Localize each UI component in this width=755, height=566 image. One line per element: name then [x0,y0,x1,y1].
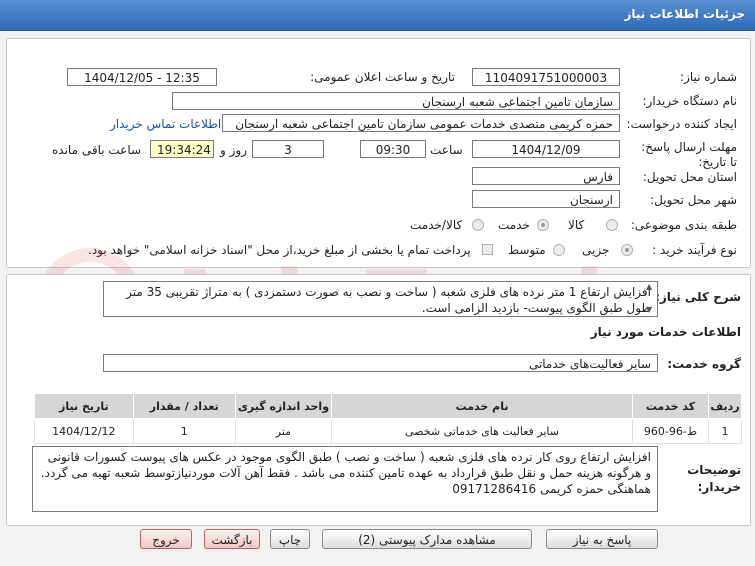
service-group-field[interactable]: سایر فعالیت‌های خدماتی [103,354,658,372]
cell-need-date: 1404/12/12 [34,418,134,444]
description-textarea[interactable]: افزایش ارتفاع 1 متر نرده های فلزی شعبه (… [103,281,658,317]
category-radio-goods[interactable] [606,219,618,231]
category-radio-service[interactable] [537,219,549,231]
announce-datetime-label: تاریخ و ساعت اعلان عمومی: [310,70,455,84]
category-option-service: خدمت [498,218,530,232]
category-option-goods-service: کالا/خدمت [410,218,463,232]
buyer-contact-link[interactable]: اطلاعات تماس خریدار [110,117,221,131]
col-service-name: نام خدمت [331,393,633,419]
city-field[interactable]: ارسنجان [472,190,620,208]
remaining-time-label: ساعت باقی مانده [52,143,142,157]
treasury-payment-checkbox[interactable] [482,244,493,255]
days-remaining-field[interactable]: 3 [252,140,324,158]
description-scroll-up-icon[interactable]: ▲ [646,282,652,291]
col-quantity: تعداد / مقدار [132,393,236,419]
description-label: شرح کلی نیاز: [655,290,741,304]
province-label: استان محل تحویل: [642,170,737,184]
services-section-title: اطلاعات خدمات مورد نیاز [590,325,741,339]
category-option-goods: کالا [568,218,585,232]
deadline-time-field[interactable]: 09:30 [360,140,426,158]
deadline-time-label: ساعت [430,143,463,157]
city-label: شهر محل تحویل: [650,193,737,207]
print-button[interactable]: چاپ [270,529,310,549]
col-unit: واحد اندازه گیری [234,393,333,419]
need-number-field[interactable]: 1104091751000003 [472,68,620,86]
process-radio-minor[interactable] [621,244,633,256]
window-title: جزئیات اطلاعات نیاز [624,7,745,21]
deadline-date-field[interactable]: 1404/12/09 [472,140,620,158]
cell-service-name: سایر فعالیت های خدماتی شخصی [331,418,633,444]
cell-unit: متر [234,418,333,444]
process-option-medium: متوسط [508,243,546,257]
table-row[interactable]: 1 ط-96-960 سایر فعالیت های خدماتی شخصی م… [34,418,742,444]
treasury-payment-note: پرداخت تمام یا بخشی از مبلغ خرید،از محل … [88,243,471,257]
buyer-org-label: نام دستگاه خریدار: [642,94,738,108]
category-label: طبقه بندی موضوعی: [630,218,737,232]
back-button[interactable]: بازگشت [204,529,260,549]
cell-service-code: ط-96-960 [631,418,710,444]
buyer-notes-textarea[interactable]: افزایش ارتفاع روی کار نرده های فلزی شعبه… [32,446,658,512]
col-need-date: تاریخ نیاز [34,393,134,419]
requester-label: ایجاد کننده درخواست: [626,117,737,131]
cell-row-number: 1 [708,418,742,444]
process-label: نوع فرآیند خرید : [652,243,737,257]
province-field[interactable]: فارس [472,167,620,185]
exit-button[interactable]: خروج [140,529,192,549]
services-table-header: ردیف کد خدمت نام خدمت واحد اندازه گیری ت… [34,393,742,419]
col-service-code: کد خدمت [631,393,710,419]
view-attachments-button[interactable]: مشاهده مدارک پیوستی (2) [322,529,532,549]
need-number-label: شماره نیاز: [680,70,737,84]
buyer-org-field[interactable]: سازمان تامین اجتماعی شعبه ارسنجان [172,92,620,110]
category-radio-goods-service[interactable] [472,219,484,231]
buyer-notes-label: توضیحات خریدار: [687,463,741,494]
days-label: روز و [220,143,247,157]
service-group-label: گروه خدمت: [667,357,741,371]
description-scroll-down-icon[interactable]: ▼ [646,305,652,314]
process-radio-medium[interactable] [553,244,565,256]
cell-quantity: 1 [132,418,236,444]
requester-field[interactable]: حمزه کریمی متصدی خدمات عمومی سازمان تامی… [222,114,620,132]
window-title-bar: جزئیات اطلاعات نیاز [0,0,755,31]
announce-datetime-field[interactable]: 1404/12/05 - 12:35 [67,68,217,86]
deadline-label: مهلت ارسال پاسخ: تا تاریخ: [641,140,737,169]
reply-to-need-button[interactable]: پاسخ به نیاز [546,529,658,549]
process-option-minor: جزیی [582,243,610,257]
remaining-time-field: 19:34:24 [150,140,214,158]
col-row-number: ردیف [708,393,742,419]
services-table: ردیف کد خدمت نام خدمت واحد اندازه گیری ت… [34,393,742,444]
